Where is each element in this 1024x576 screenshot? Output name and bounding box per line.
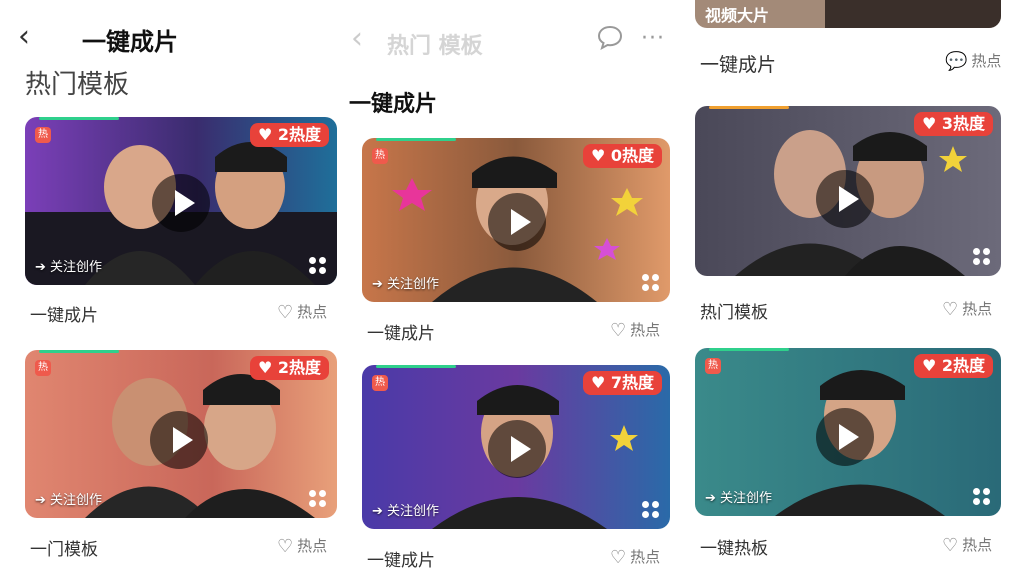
more-icon[interactable]: ··· — [641, 26, 665, 51]
heat-label-text: 热点 — [297, 303, 328, 321]
column-middle: ‹ 热门 模板 ··· 一键成片 热 ♥ 0热度 ➔ 关注创作 一键成片 ♡ 热点 — [345, 0, 680, 576]
heat-label[interactable]: ♡ 热点 — [277, 301, 327, 323]
play-icon[interactable] — [816, 170, 874, 228]
section-title: 热门模板 — [25, 70, 130, 100]
heart-icon: ♡ — [277, 536, 294, 557]
card-caption: 一键热板 — [700, 539, 768, 559]
play-icon[interactable] — [488, 420, 546, 478]
tag-badge: 热 — [35, 360, 51, 376]
card-caption: 一键成片 — [30, 306, 98, 326]
overlay-text: ➔ 关注创作 — [372, 504, 440, 519]
tag-badge: 热 — [705, 358, 721, 374]
grid-icon[interactable] — [309, 257, 327, 275]
accent-bar — [39, 350, 119, 353]
heat-label-text: 热点 — [297, 537, 328, 555]
heat-badge: ♥ 2热度 — [249, 123, 329, 147]
card-caption: 一键成片 — [367, 551, 435, 571]
heart-icon: ♡ — [942, 535, 959, 556]
heart-icon: ♡ — [942, 299, 959, 320]
comment-icon: 💬 — [945, 51, 968, 72]
heat-badge: ♥ 3热度 — [913, 112, 993, 136]
heat-badge: ♥ 0热度 — [582, 144, 662, 168]
template-card[interactable]: 热 ♥ 2热度 ➔ 关注创作 — [25, 350, 337, 518]
heart-icon: ♡ — [277, 302, 294, 323]
overlay-text: 视频大片 — [705, 6, 770, 25]
accent-bar — [376, 138, 456, 141]
heat-badge: ♥ 2热度 — [249, 356, 329, 380]
accent-bar — [709, 348, 789, 351]
template-card[interactable]: ♥ 3热度 — [695, 106, 1001, 276]
grid-icon[interactable] — [973, 488, 991, 506]
template-card[interactable]: 热 ♥ 0热度 ➔ 关注创作 — [362, 138, 670, 302]
card-caption: 一门模板 — [30, 540, 98, 560]
column-left: ‹ 一键成片 热门模板 热 ♥ 2热度 ➔ 关注创作 一键成片 ♡ 热点 热 ♥… — [0, 0, 350, 576]
overlay-text: ➔ 关注创作 — [372, 277, 440, 292]
grid-icon[interactable] — [642, 501, 660, 519]
blurred-title: 热门 模板 — [387, 34, 483, 59]
heat-label[interactable]: 💬 热点 — [945, 50, 1001, 72]
play-icon[interactable] — [488, 193, 546, 251]
grid-icon[interactable] — [642, 274, 660, 292]
heat-label[interactable]: ♡ 热点 — [942, 298, 992, 320]
template-card[interactable]: 视频大片 — [695, 0, 1001, 28]
heat-label-text: 热点 — [630, 321, 661, 339]
card-caption: 一键成片 — [367, 324, 435, 344]
heat-label[interactable]: ♡ 热点 — [277, 535, 327, 557]
column-right: 视频大片 一键成片 💬 热点 ♥ 3热度 热门模板 ♡ 热点 热 ♥ 2热度 ➔… — [690, 0, 1024, 576]
card-caption: 热门模板 — [700, 303, 768, 323]
heat-label[interactable]: ♡ 热点 — [610, 319, 660, 341]
accent-bar — [709, 106, 789, 109]
heat-badge: ♥ 2热度 — [913, 354, 993, 378]
tag-badge: 热 — [35, 127, 51, 143]
accent-bar — [39, 117, 119, 120]
heat-label[interactable]: ♡ 热点 — [610, 546, 660, 568]
overlay-text: ➔ 关注创作 — [35, 493, 103, 508]
play-icon[interactable] — [150, 411, 208, 469]
overlay-text: ➔ 关注创作 — [35, 260, 103, 275]
play-icon[interactable] — [152, 174, 210, 232]
chevron-left-icon[interactable]: ‹ — [351, 24, 363, 54]
grid-icon[interactable] — [973, 248, 991, 266]
grid-icon[interactable] — [309, 490, 327, 508]
page-title: 一键成片 — [82, 28, 178, 56]
heat-label-text: 热点 — [971, 52, 1002, 70]
template-card[interactable]: 热 ♥ 2热度 ➔ 关注创作 — [695, 348, 1001, 516]
comment-icon[interactable] — [597, 24, 623, 51]
template-card[interactable]: 热 ♥ 2热度 ➔ 关注创作 — [25, 117, 337, 285]
play-icon[interactable] — [816, 408, 874, 466]
heat-label[interactable]: ♡ 热点 — [942, 534, 992, 556]
heat-label-text: 热点 — [962, 536, 993, 554]
heat-badge: ♥ 7热度 — [582, 371, 662, 395]
heart-icon: ♡ — [610, 547, 627, 568]
accent-bar — [376, 365, 456, 368]
card-caption: 一键成片 — [700, 54, 777, 76]
heart-icon: ♡ — [610, 320, 627, 341]
tag-badge: 热 — [372, 148, 388, 164]
section-title: 一键成片 — [349, 92, 438, 117]
tag-badge: 热 — [372, 375, 388, 391]
overlay-text: ➔ 关注创作 — [705, 491, 773, 506]
heat-label-text: 热点 — [630, 548, 661, 566]
template-card[interactable]: 热 ♥ 7热度 ➔ 关注创作 — [362, 365, 670, 529]
heat-label-text: 热点 — [962, 300, 993, 318]
chevron-left-icon[interactable]: ‹ — [18, 22, 30, 52]
